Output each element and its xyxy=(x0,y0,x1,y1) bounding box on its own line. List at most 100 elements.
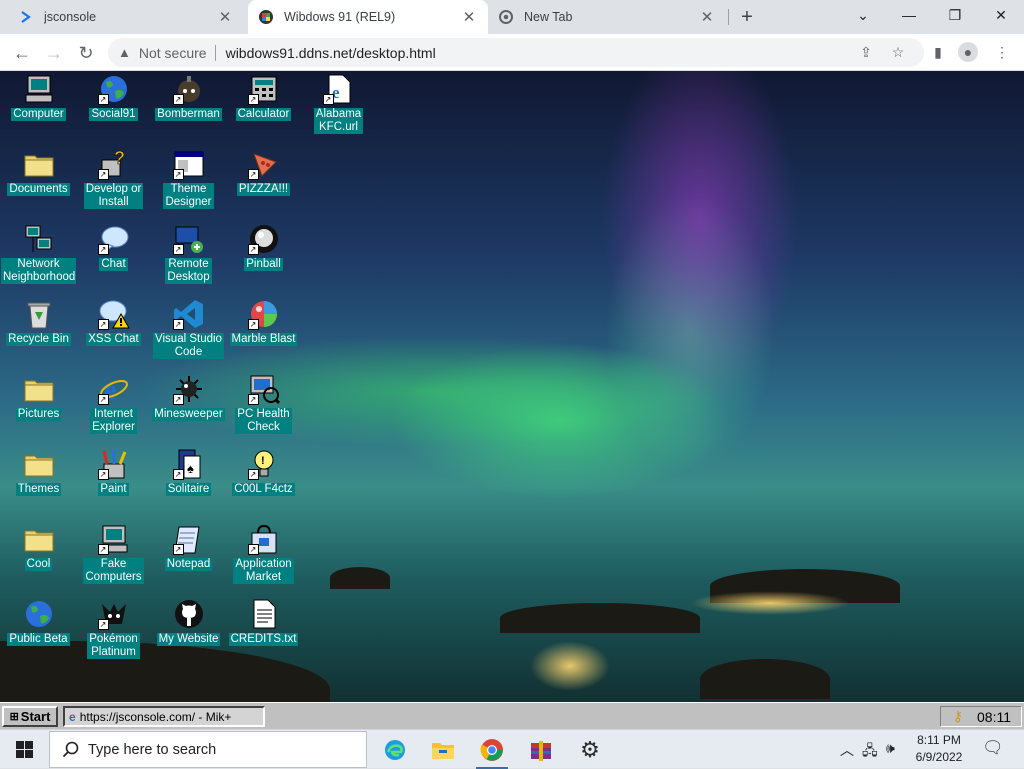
calculator-icon: ↗ xyxy=(247,73,280,105)
desktop-icon[interactable]: ↗ Theme Designer xyxy=(151,148,226,209)
lightbulb-icon: ! ↗ xyxy=(247,448,280,480)
desktop-icon[interactable]: ↗ Social91 xyxy=(76,73,151,121)
desktop-icon[interactable]: ↗ Bomberman xyxy=(151,73,226,121)
island-shape xyxy=(330,567,390,589)
desktop-icon[interactable]: ! ↗ C00L F4ctz xyxy=(226,448,301,496)
shortcut-arrow-icon: ↗ xyxy=(97,319,109,330)
close-window-button[interactable]: ✕ xyxy=(978,0,1024,30)
chevron-up-icon[interactable]: ︿ xyxy=(840,740,854,760)
w91-task-button[interactable]: e https://jsconsole.com/ - Mik+ xyxy=(63,706,265,727)
w91-clock[interactable]: 08:11 xyxy=(977,709,1011,725)
taskbar-settings[interactable]: ⚙ xyxy=(566,730,614,769)
island-shape xyxy=(500,603,700,633)
desktop-icon[interactable]: ↗ Visual Studio Code xyxy=(151,298,226,359)
desktop-icon[interactable]: ? ↗ Develop or Install xyxy=(76,148,151,209)
taskbar-file-explorer[interactable] xyxy=(419,730,467,769)
desktop-wallpaper[interactable]: Computer ↗ Social91 ↗ Bomberman ↗ Calculator e ↗… xyxy=(0,71,1024,702)
key-icon[interactable]: ⚷ xyxy=(953,708,963,725)
w91-start-button[interactable]: ⊞ Start xyxy=(2,706,58,727)
forward-button[interactable]: → xyxy=(40,39,68,67)
tab-search-button[interactable]: ⌄ xyxy=(840,0,886,30)
close-icon[interactable]: ✕ xyxy=(216,8,234,26)
desktop-icon[interactable]: ↗ Remote Desktop xyxy=(151,223,226,284)
desktop-icon-label: Fake Computers xyxy=(83,558,144,584)
new-tab-button[interactable]: + xyxy=(736,6,758,28)
tab-separator xyxy=(728,9,729,25)
side-panel-icon[interactable]: ▮ xyxy=(928,42,948,62)
ie-icon: e ↗ xyxy=(97,373,130,406)
desktop-icon[interactable]: Recycle Bin xyxy=(1,298,76,346)
desktop-icon[interactable]: ↗ Minesweeper xyxy=(151,373,226,421)
address-bar[interactable]: ▲ Not secure wibdows91.ddns.net/desktop.… xyxy=(108,38,924,67)
url-text[interactable]: wibdows91.ddns.net/desktop.html xyxy=(226,45,436,61)
town-lights xyxy=(690,591,850,615)
desktop-icon[interactable]: Pictures xyxy=(1,373,76,421)
tab-new-tab[interactable]: New Tab ✕ xyxy=(488,0,726,34)
desktop-icon[interactable]: ↗ Pokémon Platinum xyxy=(76,598,151,659)
taskbar-edge[interactable] xyxy=(371,730,419,769)
desktop-icon-label: My Website xyxy=(156,633,221,646)
restore-button[interactable]: ❐ xyxy=(932,0,978,30)
desktop-icon[interactable]: ↗ Fake Computers xyxy=(76,523,151,584)
security-label[interactable]: Not secure xyxy=(139,45,207,61)
profile-avatar[interactable]: ● xyxy=(958,42,978,62)
desktop-icon[interactable]: Cool xyxy=(1,523,76,571)
notification-icon[interactable]: 🗨 xyxy=(982,738,1004,758)
menu-kebab-icon[interactable]: ⋮ xyxy=(992,42,1012,62)
folder-icon xyxy=(432,742,454,759)
vscode-icon: ↗ xyxy=(172,298,205,330)
cards-icon: ♠ ↗ xyxy=(172,448,205,480)
desktop-icon[interactable]: ↗ PC Health Check xyxy=(226,373,301,434)
desktop-icon[interactable]: Computer xyxy=(1,73,76,121)
reload-button[interactable]: ↻ xyxy=(72,39,100,67)
desktop-icon[interactable]: ↗ Pinball xyxy=(226,223,301,271)
warning-chat-icon: ↗ xyxy=(97,298,130,330)
notepad-icon: ↗ xyxy=(172,523,205,555)
desktop-icon[interactable]: ♠ ↗ Solitaire xyxy=(151,448,226,496)
desktop-icon[interactable]: ↗ Calculator xyxy=(226,73,301,121)
desktop-icon[interactable]: ↗ Paint xyxy=(76,448,151,496)
tab-wibdows91[interactable]: Wibdows 91 (REL9) ✕ xyxy=(248,0,488,34)
gear-icon: ⚙ xyxy=(580,736,600,762)
desktop-icon[interactable]: Themes xyxy=(1,448,76,496)
chat-bubble-icon: ↗ xyxy=(97,223,130,255)
chrome-icon xyxy=(480,738,503,761)
tab-title: Wibdows 91 (REL9) xyxy=(284,10,396,24)
bookmark-star-icon[interactable]: ☆ xyxy=(888,42,908,62)
network-icon[interactable]: 🖧 xyxy=(862,740,878,764)
desktop-icon[interactable]: ↗ XSS Chat xyxy=(76,298,151,346)
desktop-icon[interactable]: Public Beta xyxy=(1,598,76,646)
clock-date: 6/9/2022 xyxy=(915,750,963,764)
windows-start-button[interactable] xyxy=(0,730,48,769)
desktop-icon[interactable]: ↗ Chat xyxy=(76,223,151,271)
tab-jsconsole[interactable]: jsconsole ✕ xyxy=(8,0,244,34)
warning-icon[interactable]: ▲ xyxy=(118,45,131,60)
shortcut-arrow-icon: ↗ xyxy=(97,244,109,255)
desktop-icon[interactable]: ↗ Notepad xyxy=(151,523,226,571)
desktop-icon[interactable]: e ↗ Internet Explorer xyxy=(76,373,151,434)
taskbar-winrar[interactable] xyxy=(517,730,565,769)
desktop-icon[interactable]: My Website xyxy=(151,598,226,646)
desktop-icon[interactable]: Network Neighborhood xyxy=(1,223,76,284)
volume-icon[interactable]: 🕪 xyxy=(886,740,895,757)
shortcut-arrow-icon: ↗ xyxy=(172,94,184,105)
desktop-icon[interactable]: e ↗ Alabama KFC.url xyxy=(301,73,376,134)
desktop-icon[interactable]: Documents xyxy=(1,148,76,196)
desktop-icon-label: Social91 xyxy=(89,108,138,121)
share-icon[interactable]: ⇪ xyxy=(856,42,876,62)
close-icon[interactable]: ✕ xyxy=(698,8,716,26)
desktop-icon-label: Solitaire xyxy=(165,483,212,496)
back-button[interactable]: ← xyxy=(8,39,36,67)
desktop-icon-label: Calculator xyxy=(235,108,292,121)
windows-logo-icon xyxy=(15,741,33,758)
desktop-icon[interactable]: ↗ Marble Blast xyxy=(226,298,301,346)
desktop-icon-label: Develop or Install xyxy=(83,183,144,209)
taskbar-search-box[interactable]: Type here to search xyxy=(49,731,367,768)
desktop-icon[interactable]: ↗ Application Market xyxy=(226,523,301,584)
taskbar-clock[interactable]: 8:11 PM 6/9/2022 xyxy=(905,732,973,766)
desktop-icon[interactable]: CREDITS.txt xyxy=(226,598,301,646)
desktop-icon[interactable]: ↗ PIZZZA!!! xyxy=(226,148,301,196)
taskbar-chrome[interactable] xyxy=(468,730,516,769)
minimize-button[interactable]: — xyxy=(886,0,932,30)
close-icon[interactable]: ✕ xyxy=(460,8,478,26)
